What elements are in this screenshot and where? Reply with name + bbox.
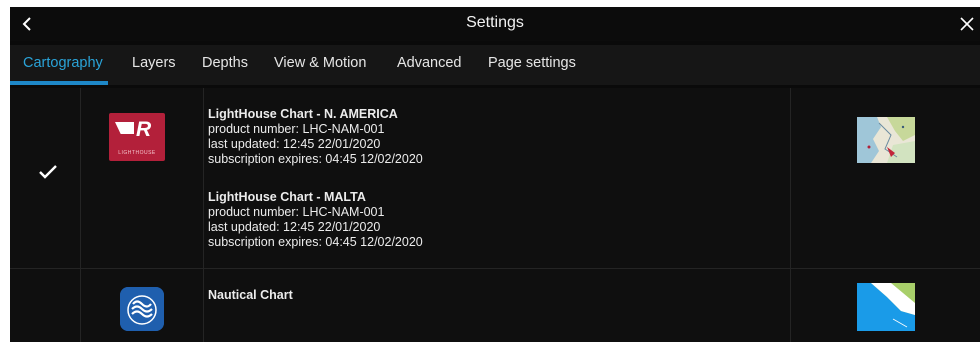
last-updated: last updated: 12:45 22/01/2020 <box>208 137 381 151</box>
logo-letter: R <box>136 118 152 141</box>
product-number: product number: LHC-NAM-001 <box>208 205 385 219</box>
active-tab-indicator <box>10 81 108 85</box>
tab-depths[interactable]: Depths <box>202 55 248 71</box>
tab-bar: Cartography Layers Depths View & Motion … <box>10 45 980 85</box>
chart-thumbnail-icon <box>857 283 915 331</box>
page-title: Settings <box>466 14 524 31</box>
chart-list: R LIGHTHOUSE LightHouse Chart - N. AMERI… <box>10 88 980 342</box>
logo-subtitle: LIGHTHOUSE <box>118 150 156 156</box>
column-divider <box>203 88 204 342</box>
lighthouse-logo-icon: R LIGHTHOUSE <box>109 113 165 161</box>
chart-name: LightHouse Chart - N. AMERICA <box>208 107 398 121</box>
navionics-logo-icon <box>120 287 164 331</box>
chart-name: LightHouse Chart - MALTA <box>208 190 366 204</box>
checkmark-icon <box>39 165 57 179</box>
tab-layers[interactable]: Layers <box>132 55 176 71</box>
chart-name: Nautical Chart <box>208 288 293 302</box>
close-icon <box>960 17 974 31</box>
subscription-expires: subscription expires: 04:45 12/02/2020 <box>208 235 423 249</box>
title-bar: Settings <box>10 7 980 41</box>
row-divider <box>10 268 980 269</box>
product-number: product number: LHC-NAM-001 <box>208 122 385 136</box>
close-button[interactable] <box>954 12 980 36</box>
tab-view-motion[interactable]: View & Motion <box>274 55 366 71</box>
tab-advanced[interactable]: Advanced <box>397 55 462 71</box>
logo-wedge <box>115 122 134 134</box>
chart-info: Nautical Chart <box>208 288 293 303</box>
column-divider <box>790 88 791 342</box>
settings-window: Settings Cartography Layers Depths View … <box>10 7 980 342</box>
tab-page-settings[interactable]: Page settings <box>488 55 576 71</box>
tab-cartography[interactable]: Cartography <box>23 55 103 71</box>
last-updated: last updated: 12:45 22/01/2020 <box>208 220 381 234</box>
chart-info: LightHouse Chart - N. AMERICA product nu… <box>208 107 423 167</box>
column-divider <box>80 88 81 342</box>
chart-info: LightHouse Chart - MALTA product number:… <box>208 190 423 250</box>
subscription-expires: subscription expires: 04:45 12/02/2020 <box>208 152 423 166</box>
chart-thumbnail-icon <box>857 117 915 163</box>
